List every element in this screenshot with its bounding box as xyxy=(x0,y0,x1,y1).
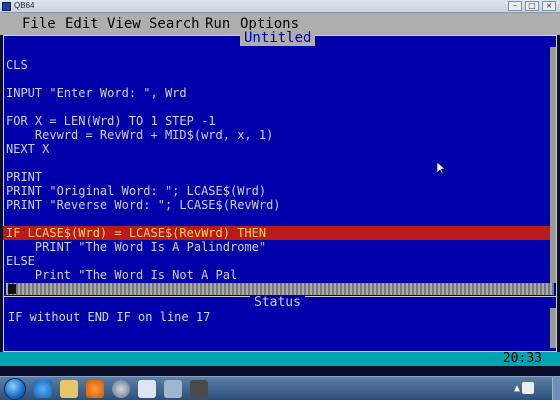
scroll-thumb[interactable] xyxy=(8,284,16,294)
code-line[interactable]: PRINT "Original Word: "; LCASE$(Wrd) xyxy=(6,184,266,198)
status-message: IF without END IF on line 17 xyxy=(8,310,211,324)
qb64-taskbar-icon[interactable] xyxy=(190,380,208,398)
minimize-icon[interactable]: – xyxy=(508,1,522,11)
maximize-icon[interactable]: □ xyxy=(525,1,539,11)
window-switcher-icon[interactable] xyxy=(164,380,182,398)
code-line[interactable]: CLS xyxy=(6,58,28,72)
window-controls: – □ × xyxy=(508,1,556,11)
start-button-icon[interactable] xyxy=(4,378,26,400)
status-title: Status xyxy=(250,296,305,310)
menu-search[interactable]: Search xyxy=(149,16,200,32)
code-line[interactable]: PRINT "Reverse Word: "; LCASE$(RevWrd) xyxy=(6,198,281,212)
action-center-flag-icon[interactable] xyxy=(522,382,534,394)
status-vertical-scrollbar[interactable] xyxy=(550,308,556,348)
internet-explorer-icon[interactable] xyxy=(34,380,52,398)
code-line[interactable]: Revwrd = RevWrd + MID$(wrd, x, 1) xyxy=(6,128,273,142)
window-title: QB64 xyxy=(14,1,35,10)
code-editor[interactable] xyxy=(3,35,557,297)
editor-vertical-scrollbar[interactable] xyxy=(550,47,556,283)
menu-edit[interactable]: Edit xyxy=(65,16,99,32)
show-desktop-button[interactable] xyxy=(552,377,560,400)
menu-file[interactable]: File xyxy=(22,16,56,32)
app-window-icon[interactable] xyxy=(138,380,156,398)
menu-run[interactable]: Run xyxy=(205,16,230,32)
folder-icon[interactable] xyxy=(60,380,78,398)
hp-icon[interactable] xyxy=(112,380,130,398)
code-line[interactable]: NEXT X xyxy=(6,142,49,156)
mouse-cursor-icon xyxy=(437,162,445,175)
error-highlighted-line[interactable]: IF LCASE$(Wrd) = LCASE$(RevWrd) THEN xyxy=(3,226,552,240)
ide-status-bar: 20:33 xyxy=(0,351,560,366)
tray-expand-icon[interactable]: ▲ xyxy=(514,383,520,394)
screen-bezel xyxy=(0,366,560,376)
code-line[interactable]: PRINT xyxy=(6,170,42,184)
clock-display: 20:33 xyxy=(502,351,542,366)
code-line[interactable]: ELSE xyxy=(6,254,35,268)
media-player-icon[interactable] xyxy=(86,380,104,398)
code-line[interactable]: PRINT "The Word Is A Palindrome" xyxy=(6,240,266,254)
code-line[interactable]: INPUT "Enter Word: ", Wrd xyxy=(6,86,187,100)
os-taskbar: ▲ xyxy=(0,376,560,400)
code-line[interactable]: Print "The Word Is Not A Pal xyxy=(6,268,237,282)
code-line[interactable]: FOR X = LEN(Wrd) TO 1 STEP -1 xyxy=(6,114,216,128)
menu-view[interactable]: View xyxy=(107,16,141,32)
window-titlebar: QB64 – □ × xyxy=(0,0,560,13)
file-title: Untitled xyxy=(240,30,316,46)
editor-horizontal-scrollbar[interactable] xyxy=(6,283,554,295)
close-icon[interactable]: × xyxy=(542,1,556,11)
qb64-app-icon xyxy=(2,2,11,11)
